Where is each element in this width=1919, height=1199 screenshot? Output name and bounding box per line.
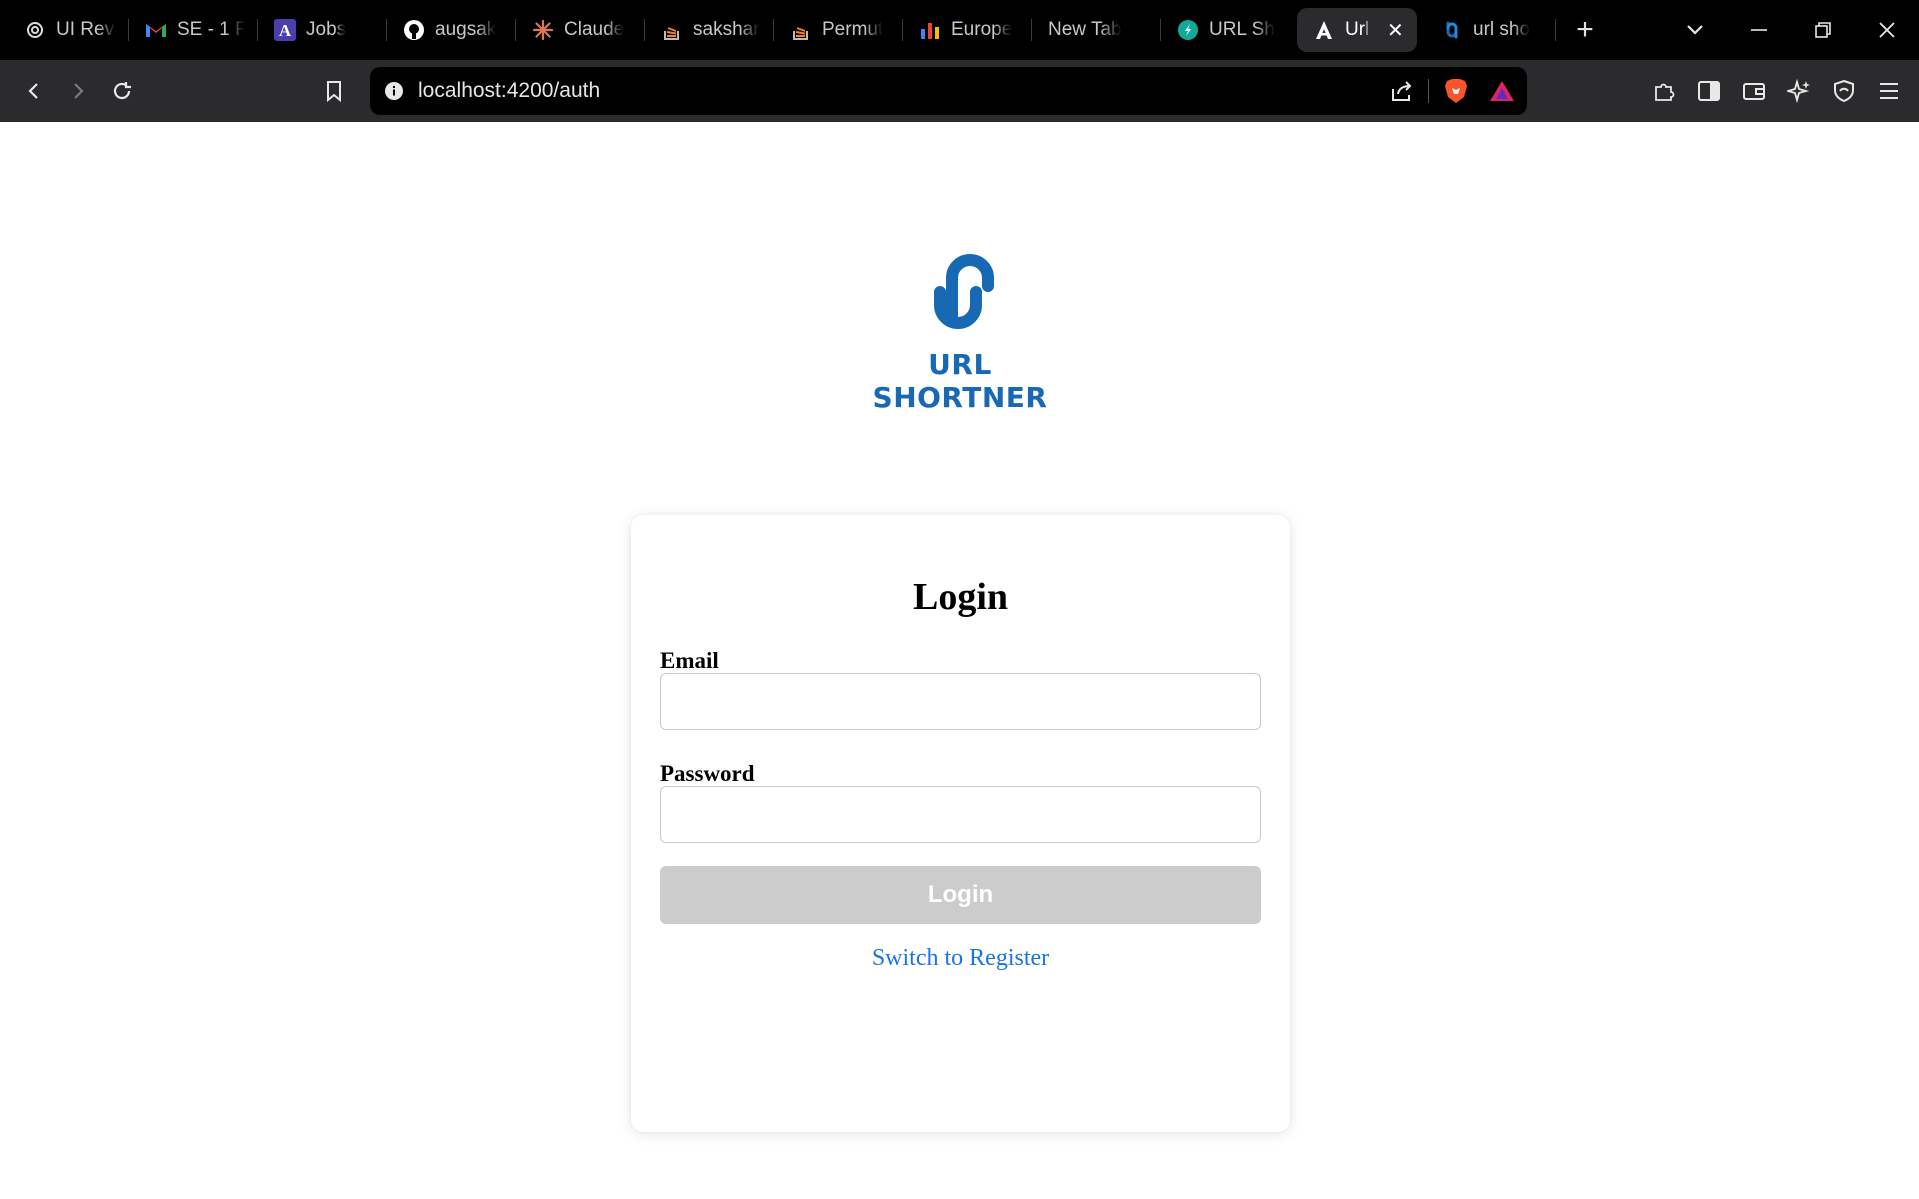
gmail-icon [145,19,167,41]
tab-se-1[interactable]: SE - 1 F [129,8,257,52]
tab-label: Claude [564,19,625,40]
divider [1428,79,1429,103]
minimize-button[interactable] [1727,0,1791,60]
window-controls [1663,0,1919,60]
url-text: localhost:4200/auth [418,79,601,102]
email-field[interactable] [660,673,1261,730]
extensions-puzzle-icon[interactable] [1642,69,1686,113]
login-title: Login [912,576,1009,618]
link-s-logo-icon [934,254,994,329]
svg-text:A: A [279,21,292,40]
new-tab-button[interactable]: + [1570,15,1600,45]
logo-text: URL SHORTNER [872,348,1048,414]
tab-new-tab[interactable]: New Tab [1032,8,1160,52]
restore-button[interactable] [1791,0,1855,60]
browser-toolbar: localhost:4200/auth [0,60,1919,122]
claude-icon [532,19,554,41]
tab-strip: UI Reva SE - 1 F A Jobs augsak [0,0,1919,60]
app-logo: URL SHORTNER [840,248,1080,414]
tab-label: New Tab [1048,19,1122,40]
tab-claude[interactable]: Claude [516,8,644,52]
toolbar-extensions [1642,69,1911,113]
close-tab-icon[interactable]: ✕ [1387,18,1404,43]
teal-logo-icon [1177,19,1199,41]
password-label: Password [660,761,755,786]
tab-label: sakshar [693,19,760,40]
tab-permut[interactable]: Permut [774,8,902,52]
password-field[interactable] [660,786,1261,843]
reload-button[interactable] [100,69,144,113]
address-bar[interactable]: localhost:4200/auth [370,67,1527,115]
tab-label: Url [1345,19,1370,40]
sidebar-toggle-icon[interactable] [1687,69,1731,113]
tab-ui-reva[interactable]: UI Reva [8,8,128,52]
page-content: URL SHORTNER Login Email Password Login … [0,122,1919,1199]
back-button[interactable] [12,69,56,113]
tab-list: UI Reva SE - 1 F A Jobs augsak [0,0,1600,60]
tab-url-sho[interactable]: url sho [1425,8,1555,52]
github-icon [403,19,425,41]
tab-url-sh[interactable]: URL Sh [1161,8,1289,52]
tab-europe[interactable]: Europe [903,8,1031,52]
wallet-icon[interactable] [1732,69,1776,113]
angular-icon [1313,19,1335,41]
menu-hamburger-icon[interactable] [1867,69,1911,113]
tab-sakshar[interactable]: sakshar [645,8,773,52]
tab-augsak[interactable]: augsak [387,8,515,52]
switch-to-register-link[interactable]: Switch to Register [631,945,1290,972]
tab-url-active[interactable]: Url ✕ [1297,8,1417,52]
tab-label: augsak [435,19,497,40]
a-logo-icon: A [274,19,296,41]
bookmark-button[interactable] [312,69,356,113]
tab-label: SE - 1 F [177,19,245,40]
email-label: Email [660,648,719,673]
brave-rewards-icon[interactable] [1489,79,1515,103]
tab-separator [1555,19,1556,41]
site-info-icon[interactable] [384,81,404,101]
tab-label: URL Sh [1209,19,1275,40]
link-logo-icon [1441,19,1463,41]
vpn-shield-icon[interactable] [1822,69,1866,113]
address-bar-actions [1390,67,1515,115]
tab-search-chevron-icon[interactable] [1663,0,1727,60]
login-button[interactable]: Login [660,866,1261,924]
leo-ai-icon[interactable] [1777,69,1821,113]
tab-label: Jobs [306,19,347,40]
stackoverflow-icon [661,19,683,41]
bar-chart-icon [919,19,941,41]
login-card: Login Email Password Login Switch to Reg… [631,515,1290,1132]
tab-label: Permut [822,19,884,40]
share-icon[interactable] [1390,80,1414,102]
openai-icon [24,19,46,41]
close-window-button[interactable] [1855,0,1919,60]
forward-button[interactable] [56,69,100,113]
brave-shields-icon[interactable] [1443,77,1469,105]
tab-label: UI Reva [56,19,116,40]
tab-label: Europe [951,19,1013,40]
tab-jobs[interactable]: A Jobs [258,8,386,52]
stackoverflow-icon [790,19,812,41]
tab-label: url sho [1473,19,1531,40]
